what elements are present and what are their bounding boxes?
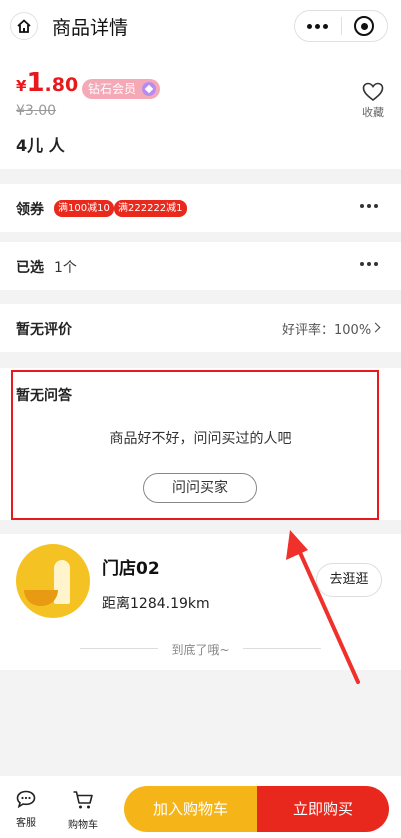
store-logo	[16, 544, 90, 618]
favorite-label: 收藏	[362, 106, 384, 119]
bottom-action-bar: 客服 购物车 加入购物车 立即购买	[0, 776, 401, 838]
member-badge-label: 钻石会员	[88, 82, 137, 96]
chat-icon	[16, 790, 36, 809]
customer-service-label: 客服	[16, 818, 36, 829]
rate-value: 100%	[334, 323, 372, 338]
store-card: 门店02 距离1284.19km 去逛逛 到底了哦~	[0, 534, 401, 670]
visit-store-button[interactable]: 去逛逛	[316, 563, 382, 597]
positive-rate: 好评率：100%	[282, 319, 371, 338]
review-row[interactable]: 暂无评价 好评率：100%	[0, 304, 401, 352]
qa-empty-text: 商品好不好，问问买过的人吧	[109, 431, 292, 447]
page-title: 商品详情	[52, 17, 129, 39]
coupon-tag: 满222222减1	[114, 200, 187, 217]
ask-buyers-button[interactable]: 问问买家	[143, 473, 257, 503]
qa-card: 暂无问答 商品好不好，问问买过的人吧 问问买家	[0, 368, 401, 520]
current-price: ¥1.80	[16, 68, 78, 98]
home-icon	[17, 19, 31, 33]
diamond-icon	[142, 82, 157, 96]
more-icon[interactable]	[360, 262, 378, 266]
qa-title: 暂无问答	[16, 388, 72, 404]
spec-value: 1个	[54, 260, 77, 276]
cart-icon	[73, 791, 93, 809]
price-integer: 1	[26, 68, 45, 98]
cart-tab[interactable]: 购物车	[63, 790, 103, 831]
coupon-label: 领券	[16, 202, 44, 218]
spec-row[interactable]: 已选 1个	[0, 242, 401, 290]
favorite-button[interactable]: 收藏	[358, 82, 388, 120]
original-price: ¥3.00	[16, 103, 57, 119]
add-to-cart-button[interactable]: 加入购物车	[124, 786, 257, 832]
coupon-tag: 满100减10	[54, 200, 114, 217]
top-nav-bar: 商品详情	[0, 0, 401, 52]
review-label: 暂无评价	[16, 322, 72, 338]
buy-now-button[interactable]: 立即购买	[257, 786, 389, 832]
home-button[interactable]	[10, 12, 38, 40]
more-dots-icon[interactable]	[295, 11, 341, 41]
heart-icon	[362, 82, 384, 102]
coupon-row[interactable]: 领券 满100减10 满222222减1	[0, 184, 401, 232]
rate-label: 好评率：	[282, 323, 335, 338]
more-icon[interactable]	[360, 204, 378, 208]
spec-label: 已选	[16, 260, 44, 276]
member-badge: 钻石会员	[82, 79, 161, 99]
cart-label: 购物车	[68, 820, 98, 831]
customer-service-tab[interactable]: 客服	[6, 790, 46, 829]
currency-symbol: ¥	[16, 77, 27, 95]
chevron-right-icon	[370, 322, 381, 333]
store-distance: 距离1284.19km	[102, 596, 210, 612]
mini-program-close-icon[interactable]	[341, 11, 387, 41]
product-name: 4儿 人	[16, 136, 65, 155]
end-of-list-text: 到底了哦~	[171, 643, 230, 657]
store-name: 门店02	[102, 559, 160, 579]
price-decimal: .80	[44, 74, 79, 96]
mini-program-capsule	[294, 10, 388, 42]
